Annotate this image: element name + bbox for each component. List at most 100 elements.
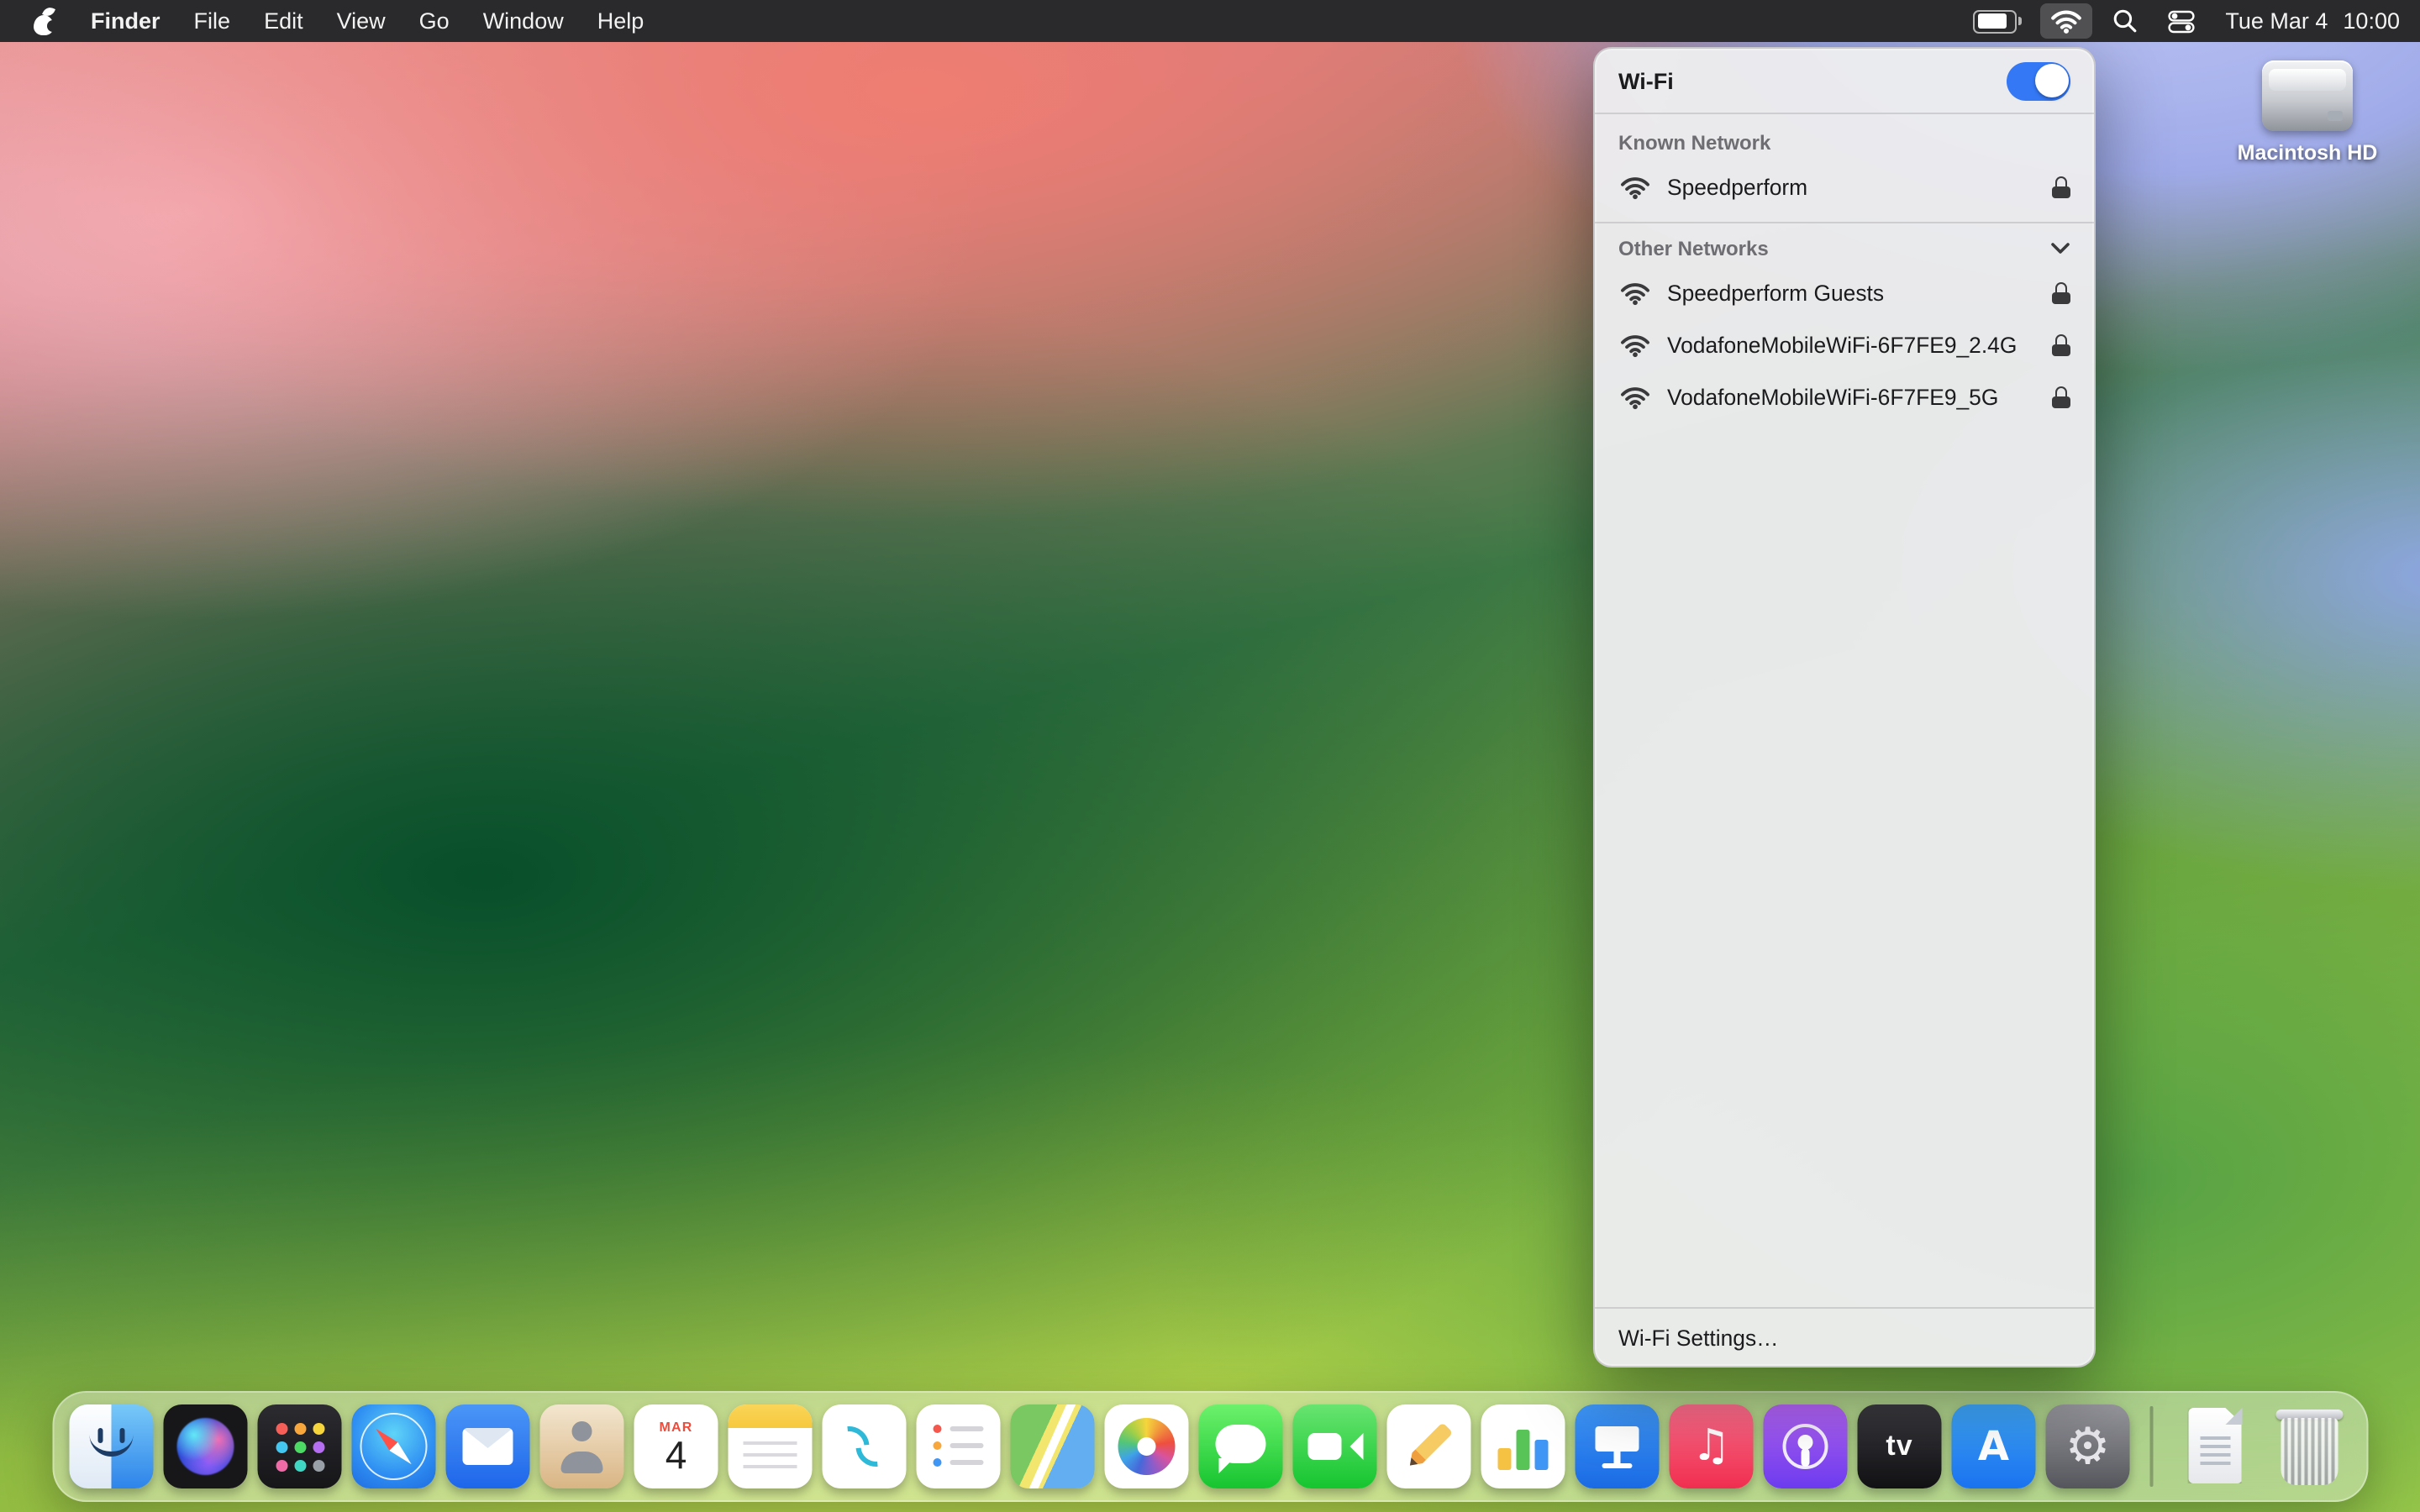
- podium-icon: [1595, 1426, 1639, 1452]
- menu-item-view[interactable]: View: [320, 8, 402, 34]
- trash-basket-icon: [2280, 1418, 2338, 1485]
- menu-item-file[interactable]: File: [177, 8, 248, 34]
- color-pinwheel-icon: [1137, 1437, 1156, 1456]
- network-row-vodafonemobilewifi-6f7fe9-2-4g[interactable]: VodafoneMobileWiFi-6F7FE9_2.4G: [1595, 319, 2094, 371]
- dock-item-maps[interactable]: [1010, 1404, 1095, 1488]
- other-networks-header[interactable]: Other Networks: [1595, 223, 2094, 267]
- network-row-vodafonemobilewifi-6f7fe9-5g[interactable]: VodafoneMobileWiFi-6F7FE9_5G: [1595, 371, 2094, 423]
- lock-icon: [2052, 334, 2070, 356]
- menu-item-help[interactable]: Help: [581, 8, 661, 34]
- chevron-down-icon: [2050, 234, 2070, 264]
- person-silhouette-icon: [560, 1452, 603, 1473]
- app-store-a-icon: A: [1977, 1423, 2010, 1470]
- dock-item-photos[interactable]: [1104, 1404, 1189, 1488]
- envelope-icon: [462, 1428, 513, 1465]
- menu-bar-left: Finder File Edit View Go Window Help: [20, 0, 660, 42]
- hard-drive-icon: [2262, 60, 2353, 131]
- video-camera-icon: [1307, 1433, 1342, 1460]
- menu-item-edit[interactable]: Edit: [247, 8, 320, 34]
- notepad-icon: [728, 1404, 813, 1428]
- menu-item-window[interactable]: Window: [466, 8, 581, 34]
- checklist-icon: [933, 1425, 942, 1433]
- toggle-knob-icon: [2034, 64, 2068, 97]
- dock-item-reminders[interactable]: [916, 1404, 1001, 1488]
- calendar-page-icon: 4: [665, 1432, 687, 1477]
- person-silhouette-icon: [571, 1421, 592, 1441]
- podium-icon: [1602, 1463, 1633, 1468]
- popover-spacer: [1595, 423, 2094, 1307]
- dock-item-podcasts[interactable]: [1763, 1404, 1848, 1488]
- macos-desktop: Finder File Edit View Go Window Help Tue Mar 4…: [0, 0, 2420, 1512]
- dock-item-launchpad[interactable]: [257, 1404, 342, 1488]
- dock-item-music[interactable]: ♫: [1669, 1404, 1754, 1488]
- control-center-icon[interactable]: [2158, 3, 2205, 39]
- dock-item-keynote[interactable]: [1575, 1404, 1660, 1488]
- network-row-speedperform-guests[interactable]: Speedperform Guests: [1595, 267, 2094, 319]
- dock-item-safari[interactable]: [351, 1404, 436, 1488]
- wifi-settings-label: Wi-Fi Settings…: [1618, 1325, 1779, 1350]
- wifi-menu-icon[interactable]: [2040, 3, 2093, 39]
- wifi-icon: [1618, 333, 1652, 358]
- dock-item-calendar[interactable]: MAR 4: [634, 1404, 718, 1488]
- pen-icon: [1405, 1422, 1454, 1471]
- dock-item-siri[interactable]: [163, 1404, 248, 1488]
- map-icon: [1026, 1404, 1077, 1488]
- other-networks-label: Other Networks: [1618, 237, 1769, 260]
- lock-icon: [2052, 176, 2070, 198]
- battery-icon[interactable]: [1963, 3, 2030, 39]
- bar-chart-icon: [1534, 1440, 1549, 1470]
- dock-item-notes[interactable]: [728, 1404, 813, 1488]
- other-network-list: Speedperform Guests VodafoneMobileWiFi-6F…: [1595, 267, 2094, 423]
- siri-orb-icon: [176, 1418, 234, 1475]
- dock-item-appstore[interactable]: A: [1951, 1404, 2036, 1488]
- wifi-toggle[interactable]: [2007, 61, 2070, 100]
- menu-item-go[interactable]: Go: [402, 8, 466, 34]
- clock-date: Tue Mar 4: [2225, 8, 2328, 34]
- dock-item-mail[interactable]: [445, 1404, 530, 1488]
- desktop-volume-macintosh-hd[interactable]: Macintosh HD: [2230, 60, 2385, 165]
- dock-item-settings[interactable]: ⚙: [2045, 1404, 2130, 1488]
- dock-divider: [2149, 1406, 2153, 1487]
- app-grid-icon: [276, 1423, 288, 1435]
- network-row-speedperform[interactable]: Speedperform: [1595, 161, 2094, 213]
- wifi-icon: [1618, 281, 1652, 306]
- dock-item-numbers[interactable]: [1481, 1404, 1565, 1488]
- lock-icon: [2052, 282, 2070, 304]
- dock-item-finder[interactable]: [69, 1404, 154, 1488]
- dock: MAR 4 ♫ tv A ⚙: [52, 1391, 2368, 1502]
- wifi-settings-button[interactable]: Wi-Fi Settings…: [1595, 1309, 2094, 1366]
- dock-item-pages[interactable]: [1386, 1404, 1471, 1488]
- music-note-icon: ♫: [1691, 1421, 1731, 1472]
- wifi-popover: Wi-Fi Known Network Speedperform Other N…: [1593, 47, 2096, 1368]
- network-name: VodafoneMobileWiFi-6F7FE9_5G: [1667, 385, 1999, 410]
- wifi-popover-title: Wi-Fi: [1618, 68, 1674, 93]
- dock-item-trash[interactable]: [2267, 1404, 2351, 1488]
- dock-item-freeform[interactable]: [822, 1404, 907, 1488]
- menu-bar: Finder File Edit View Go Window Help Tue Mar 4…: [0, 0, 2420, 42]
- dock-item-document[interactable]: [2173, 1404, 2257, 1488]
- spotlight-search-icon[interactable]: [2102, 3, 2148, 39]
- gear-icon: ⚙: [2065, 1417, 2111, 1476]
- battery-shape: [1973, 9, 2023, 33]
- battery-fill: [1977, 13, 2007, 29]
- document-icon: [2199, 1436, 2230, 1440]
- hard-drive-badge: [2328, 111, 2343, 121]
- wifi-title-row: Wi-Fi: [1595, 49, 2094, 113]
- dock-item-facetime[interactable]: [1292, 1404, 1377, 1488]
- dock-item-contacts[interactable]: [539, 1404, 624, 1488]
- known-network-header: Known Network: [1618, 131, 1771, 155]
- menu-bar-status: Tue Mar 4 10:00: [1963, 3, 2400, 39]
- network-name: Speedperform Guests: [1667, 281, 1885, 306]
- notepad-icon: [743, 1441, 797, 1445]
- known-network-list: Speedperform: [1595, 161, 2094, 213]
- menu-bar-clock[interactable]: Tue Mar 4 10:00: [2225, 8, 2400, 34]
- tv-icon: tv: [1886, 1430, 1913, 1462]
- lock-icon: [2052, 386, 2070, 408]
- battery-nub: [2018, 16, 2023, 24]
- dock-item-tv[interactable]: tv: [1857, 1404, 1942, 1488]
- bar-chart-icon: [1516, 1430, 1530, 1470]
- menu-item-finder[interactable]: Finder: [74, 8, 177, 34]
- checklist-icon: [950, 1426, 984, 1431]
- apple-logo-icon[interactable]: [30, 4, 59, 36]
- dock-item-messages[interactable]: [1198, 1404, 1283, 1488]
